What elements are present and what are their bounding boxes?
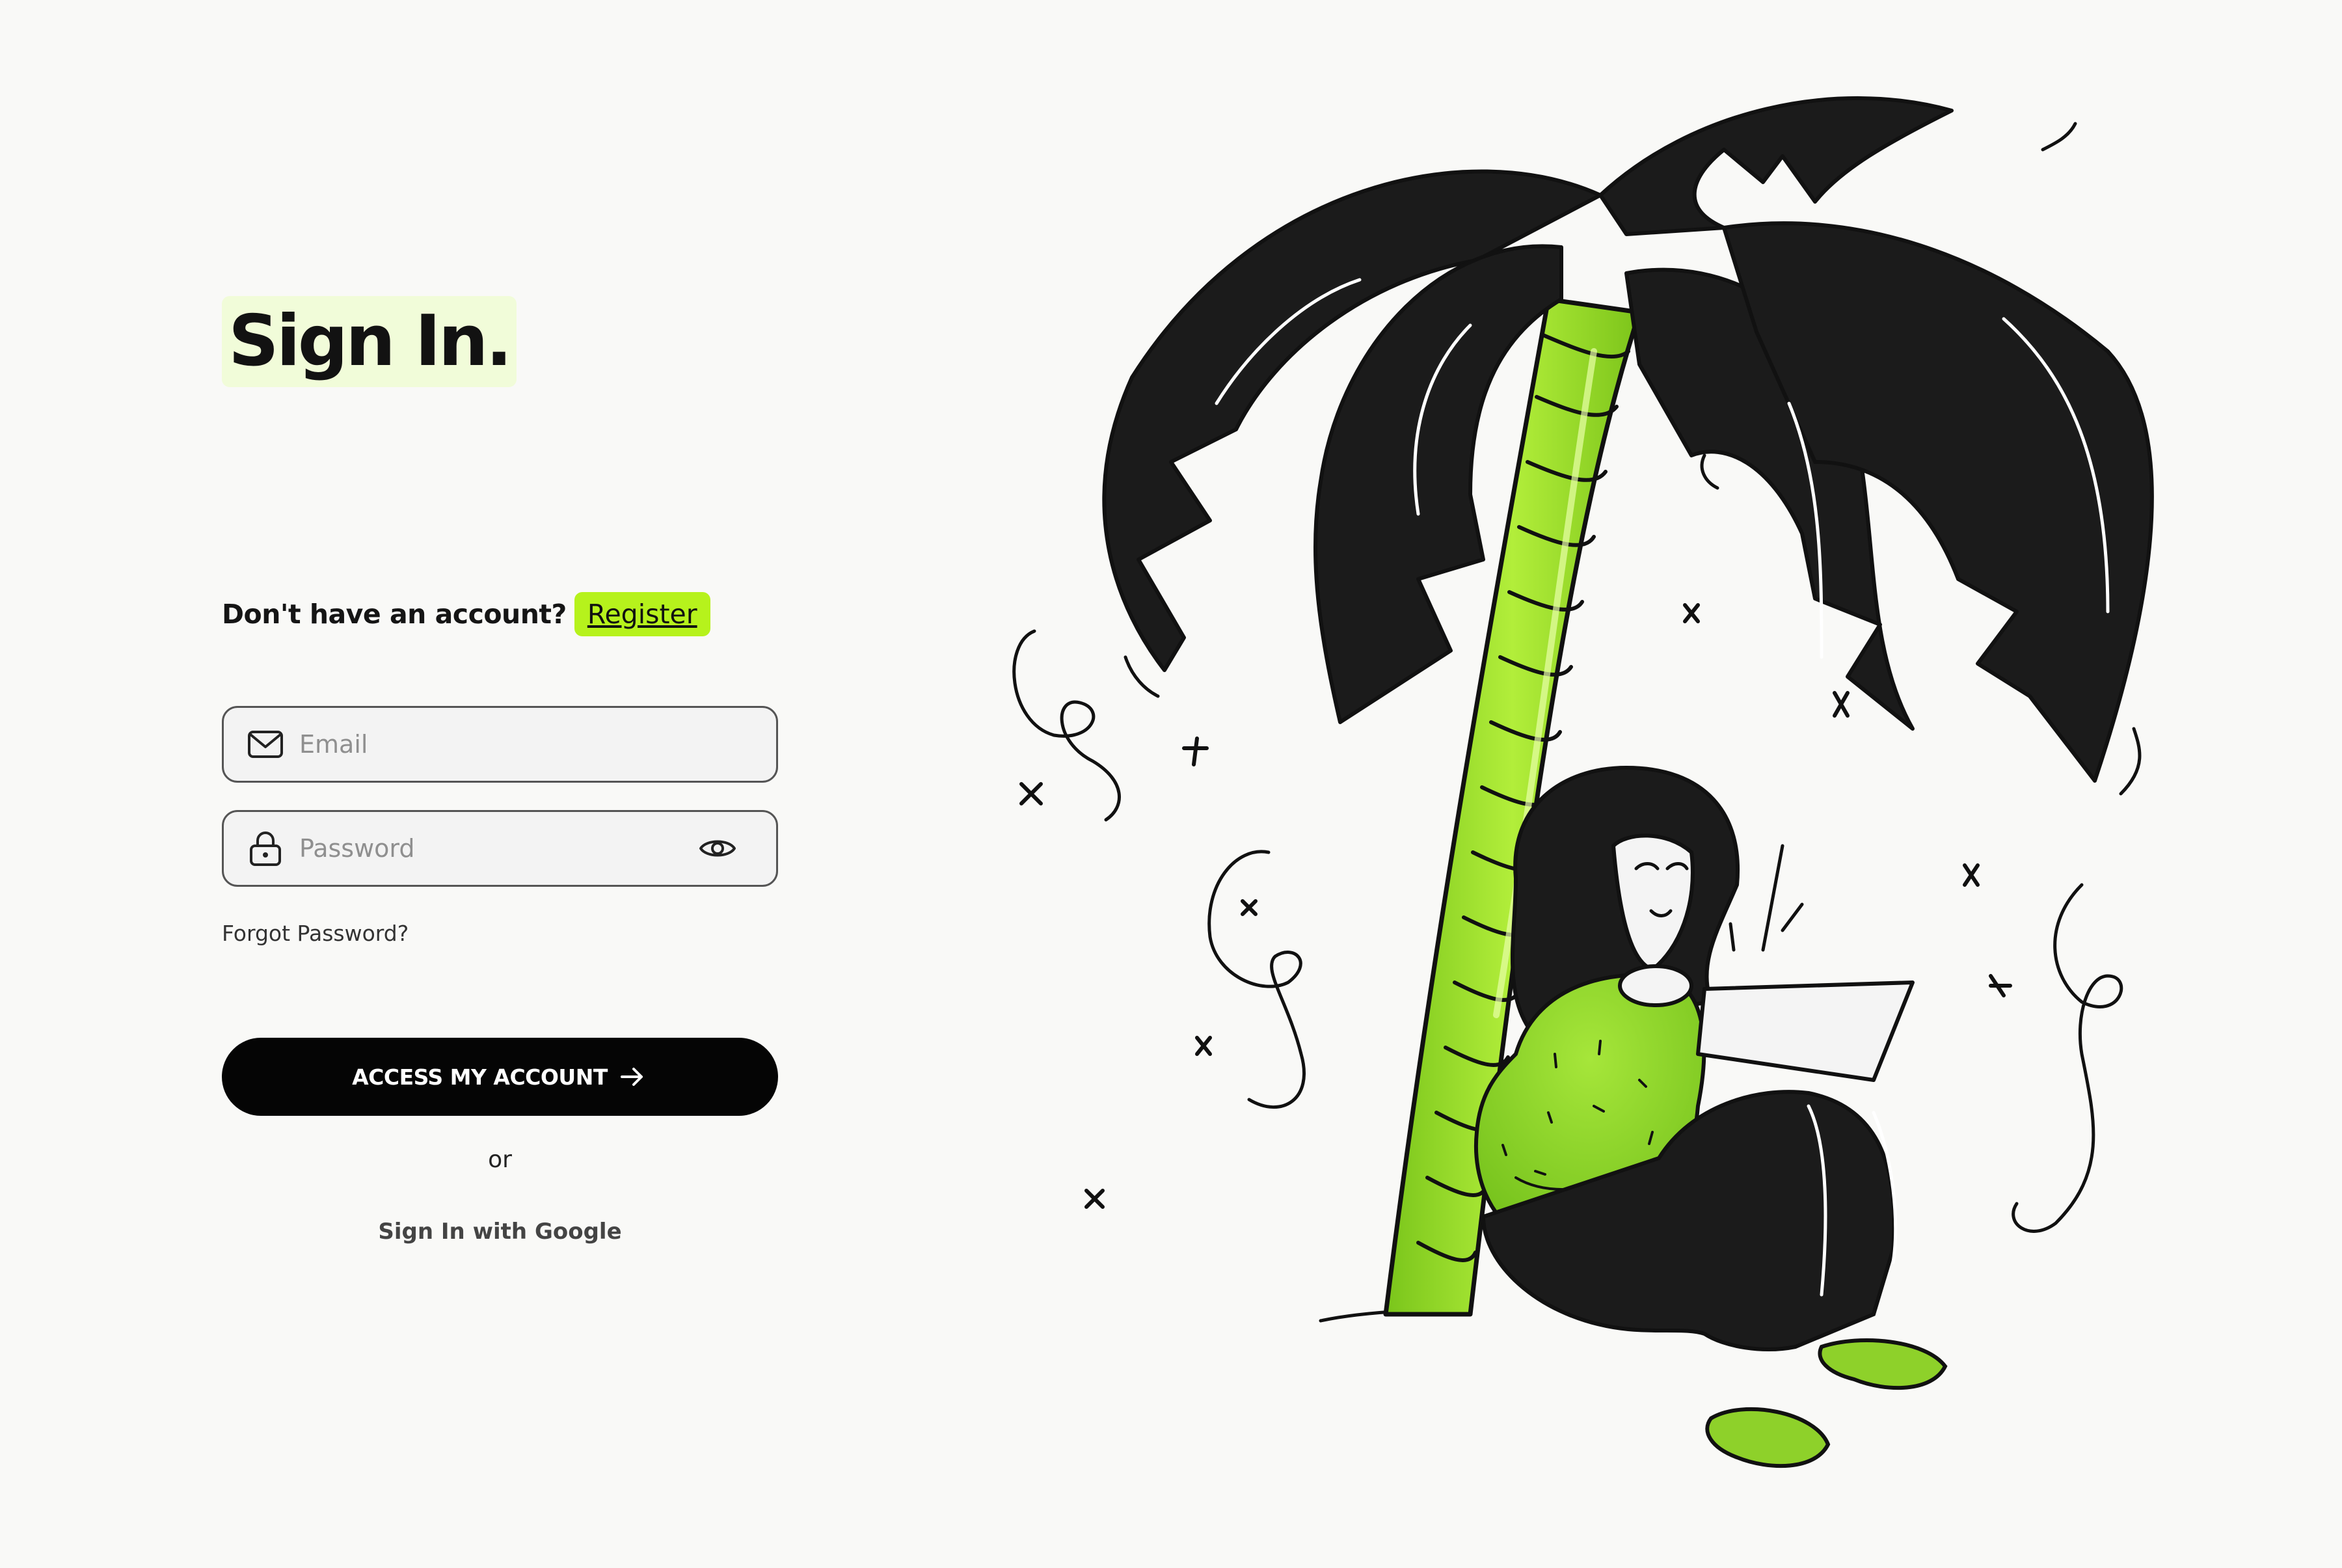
mail-icon <box>246 725 285 764</box>
sparkle-lines <box>1729 844 1804 952</box>
page-title-highlight: Sign In. <box>222 296 517 387</box>
or-divider: or <box>488 1146 512 1173</box>
lock-icon <box>246 829 285 868</box>
email-input[interactable] <box>299 725 776 764</box>
access-account-button[interactable]: ACCESS MY ACCOUNT <box>222 1038 778 1116</box>
palm-leaves <box>1102 96 2154 783</box>
register-link[interactable]: Register <box>574 592 710 636</box>
arrow-right-icon <box>619 1062 648 1091</box>
person-figure <box>1474 765 1948 1468</box>
register-prompt: Don't have an account? <box>222 599 567 630</box>
sign-in-form: Sign In. Don't have an account? Register <box>222 0 779 1568</box>
password-field[interactable] <box>222 810 778 887</box>
palm-tree-illustration <box>1012 96 2154 1468</box>
eye-icon[interactable] <box>697 828 738 869</box>
password-input[interactable] <box>299 829 697 868</box>
google-signin-link[interactable]: Sign In with Google <box>222 1219 778 1245</box>
page-title: Sign In. <box>228 301 513 382</box>
sign-in-page: Sign In. Don't have an account? Register <box>0 0 2342 1568</box>
email-field[interactable] <box>222 706 778 783</box>
forgot-password-link[interactable]: Forgot Password? <box>222 921 409 946</box>
register-row: Don't have an account? Register <box>222 588 710 640</box>
access-account-label: ACCESS MY ACCOUNT <box>352 1064 608 1090</box>
